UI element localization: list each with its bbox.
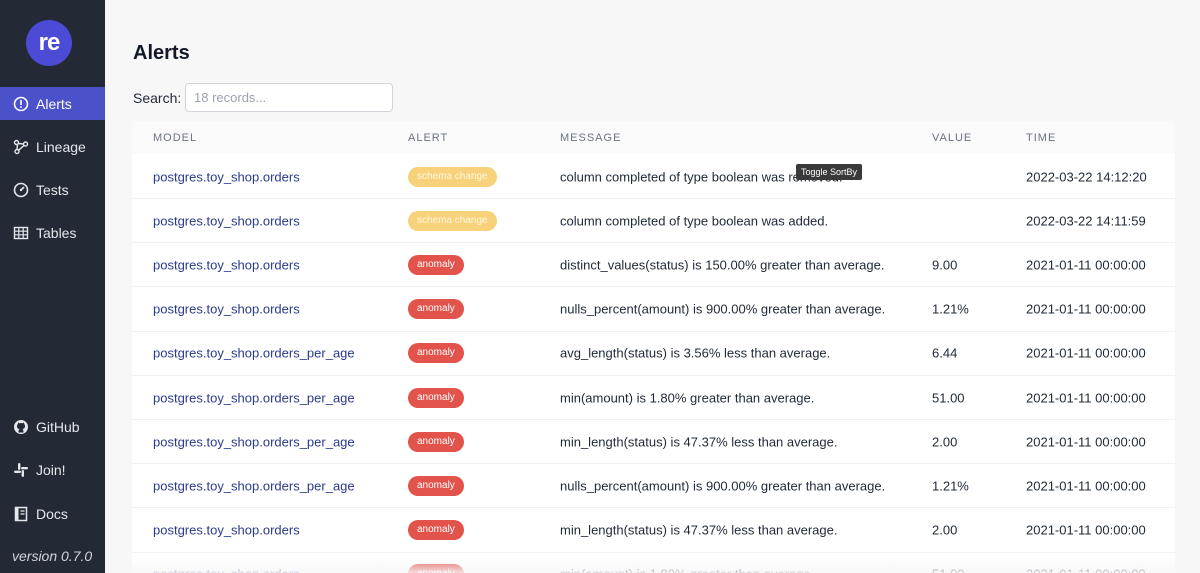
table-row[interactable]: postgres.toy_shop.orders anomaly min_lengt… [132,509,1175,553]
table-row[interactable]: postgres.toy_shop.orders_per_age anomaly n… [132,464,1175,509]
alert-message: min(amount) is 1.80% greater than averag… [560,390,815,405]
alert-time: 2021-01-11 00:00:00 [1026,301,1146,317]
alert-time: 2022-03-22 14:12:20 [1026,169,1147,184]
model-link[interactable]: postgres.toy_shop.orders [153,169,300,184]
alert-value: 51.00 [932,567,965,573]
alert-badge: anomaly [408,254,464,275]
alert-message: distinct_values(status) is 150.00% great… [560,257,885,273]
app-logo[interactable]: re [26,20,72,66]
sidebar-item-docs[interactable]: Docs [0,497,105,530]
column-header-value[interactable]: Value [932,132,972,144]
alert-message: avg_length(status) is 3.56% less than av… [560,345,831,361]
model-link[interactable]: postgres.toy_shop.orders_per_age [153,390,355,405]
alert-time: 2021-01-11 00:00:00 [1026,434,1146,450]
alert-message: min(amount) is 1.80% greater than averag… [560,567,814,573]
alert-message: column completed of type boolean was add… [560,213,829,229]
column-header-time[interactable]: Time [1026,132,1056,144]
table-header: Model Alert Message Value Time [132,121,1175,154]
table-row[interactable]: postgres.toy_shop.orders_per_age anomaly a… [132,332,1175,376]
gauge-icon [12,181,30,199]
column-header-alert[interactable]: Alert [408,132,448,144]
alert-badge: anomaly [408,475,464,496]
alert-value: 1.21% [932,301,969,317]
table-row[interactable]: postgres.toy_shop.orders schema change col… [132,199,1175,244]
alert-message: min_length(status) is 47.37% less than a… [560,522,838,538]
alert-value: 2.00 [932,434,958,450]
alert-badge: anomaly [408,520,464,541]
sidebar-item-github[interactable]: GitHub [0,410,105,443]
table-row[interactable]: postgres.toy_shop.orders schema change col… [132,155,1175,199]
sidebar-item-label: GitHub [36,418,80,435]
lineage-icon [12,138,30,156]
book-icon [12,505,30,523]
sidebar: re Alerts Lineage Tests Tables GitHub Jo… [0,0,105,573]
sidebar-item-alerts[interactable]: Alerts [0,87,105,120]
alert-badge: anomaly [408,387,464,408]
table-row[interactable]: postgres.toy_shop.orders anomaly min(amoun… [132,553,1175,573]
slack-icon [12,461,30,479]
alert-badge: anomaly [408,299,464,320]
model-link[interactable]: postgres.toy_shop.orders [153,257,300,272]
alert-time: 2021-01-11 00:00:00 [1026,567,1146,573]
alert-badge: schema change [408,210,497,231]
sidebar-item-tests[interactable]: Tests [0,173,105,206]
alert-badge: schema change [408,166,497,187]
alert-badge: anomaly [408,564,464,573]
sidebar-item-lineage[interactable]: Lineage [0,130,105,163]
table-row[interactable]: postgres.toy_shop.orders_per_age anomaly m… [132,376,1175,420]
alert-value: 1.21% [932,478,969,494]
alert-message: nulls_percent(amount) is 900.00% greater… [560,301,886,317]
table-icon [12,224,30,242]
model-link[interactable]: postgres.toy_shop.orders [153,302,300,317]
model-link[interactable]: postgres.toy_shop.orders_per_age [153,478,355,493]
alert-value: 6.44 [932,345,958,361]
sidebar-item-tables[interactable]: Tables [0,216,105,249]
alert-time: 2021-01-11 00:00:00 [1026,478,1146,494]
alert-badge: anomaly [408,343,464,364]
alert-time: 2021-01-11 00:00:00 [1026,522,1146,538]
search-input[interactable] [185,83,393,112]
model-link[interactable]: postgres.toy_shop.orders_per_age [153,434,355,449]
sidebar-item-label: Docs [36,505,68,522]
alert-circle-icon [12,95,30,113]
sort-tooltip: Toggle SortBy [796,164,863,180]
alert-badge: anomaly [408,431,464,452]
sidebar-item-label: Tests [36,181,69,198]
sidebar-item-label: Tables [36,224,77,241]
sidebar-item-label: Join! [36,461,66,478]
column-header-model[interactable]: Model [153,132,197,144]
alert-time: 2021-01-11 00:00:00 [1026,257,1146,273]
table-row[interactable]: postgres.toy_shop.orders anomaly nulls_per… [132,288,1175,332]
table-row[interactable]: postgres.toy_shop.orders anomaly distinct_… [132,243,1175,288]
alerts-table: Model Alert Message Value Time postgres.… [132,121,1175,573]
model-link[interactable]: postgres.toy_shop.orders [153,523,300,538]
sidebar-item-label: Alerts [36,95,72,112]
alert-time: 2021-01-11 00:00:00 [1026,345,1146,361]
alert-value: 51.00 [932,390,965,405]
model-link[interactable]: postgres.toy_shop.orders [153,567,300,573]
table-row[interactable]: postgres.toy_shop.orders_per_age anomaly m… [132,420,1175,465]
alert-time: 2022-03-22 14:11:59 [1026,213,1146,229]
sidebar-item-join[interactable]: Join! [0,453,105,486]
search-label: Search: [133,90,182,106]
model-link[interactable]: postgres.toy_shop.orders [153,213,300,228]
main-content: Alerts Search: Model Alert Message Value… [105,0,1200,573]
page-title: Alerts [133,42,190,64]
alert-value: 2.00 [932,522,958,538]
column-header-message[interactable]: Message [560,132,621,144]
github-icon [12,418,30,436]
alert-time: 2021-01-11 00:00:00 [1026,390,1146,405]
sidebar-item-label: Lineage [36,138,86,155]
alert-value: 9.00 [932,257,958,273]
alert-message: nulls_percent(amount) is 900.00% greater… [560,478,886,494]
app-version: version 0.7.0 [12,548,93,564]
model-link[interactable]: postgres.toy_shop.orders_per_age [153,346,355,361]
alert-message: min_length(status) is 47.37% less than a… [560,434,838,450]
